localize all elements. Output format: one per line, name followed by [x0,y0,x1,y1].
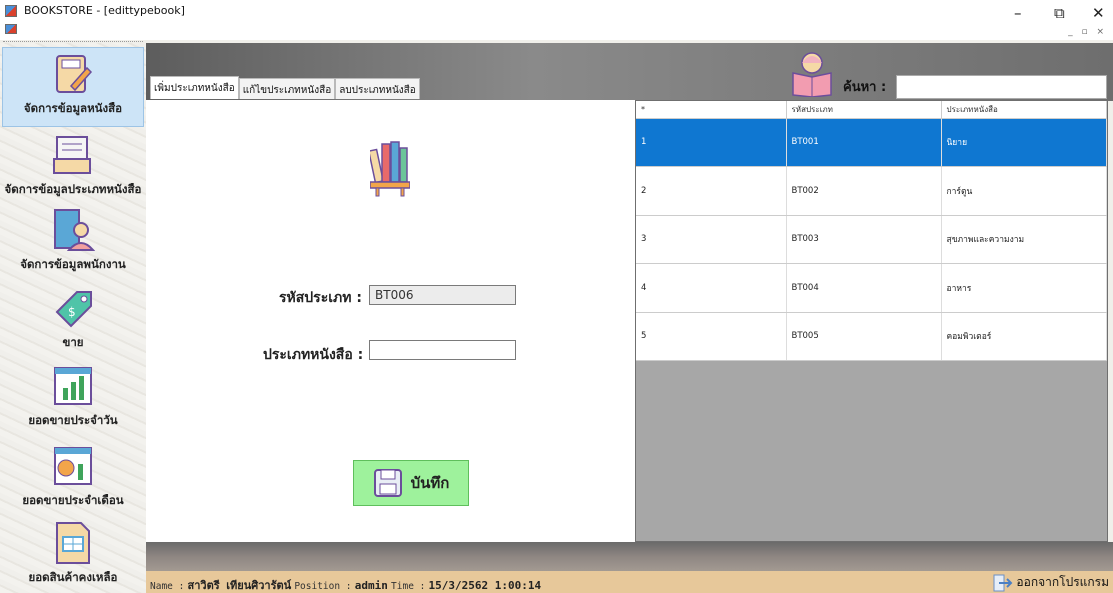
sidebar-item-books[interactable]: จัดการข้อมูลหนังสือ [2,47,144,127]
stock-table-icon [56,522,90,564]
sidebar-item-book-types[interactable]: จัดการข้อมูลประเภทหนังสือ [2,133,144,199]
type-id-field[interactable]: BT006 [369,285,516,305]
exit-arrow-icon [993,574,1013,591]
type-name-field[interactable] [369,340,516,360]
daily-chart-icon [54,367,92,405]
row-type-id[interactable]: BT005 [786,312,942,361]
book-edit-icon [56,55,93,93]
status-bar: Name : สาวิตรี เทียนศิวารัตน์ Position :… [146,571,1113,593]
exit-button[interactable]: ออกจากโปรแกรม [993,573,1109,592]
row-type-name[interactable]: การ์ตูน [941,166,1107,216]
table-row[interactable]: 3 BT003 สุขภาพและความงาม [636,215,1107,264]
mdi-window-controls[interactable]: _ ▫ × [1068,27,1107,37]
exit-label: ออกจากโปรแกรม [1016,575,1109,589]
table-row[interactable]: 2 BT002 การ์ตูน [636,166,1107,216]
status-time: 15/3/2562 1:00:14 [428,579,542,592]
sidebar-item-daily-sales[interactable]: ยอดขายประจำวัน [2,364,144,430]
tab-add-type[interactable]: เพิ่มประเภทหนังสือ [150,76,239,99]
sidebar-item-label: จัดการข้อมูลประเภทหนังสือ [4,182,142,196]
table-row[interactable]: 4 BT004 อาหาร [636,263,1107,313]
close-button[interactable]: ✕ [1092,4,1105,22]
sidebar-item-label: ยอดสินค้าคงเหลือ [28,570,118,584]
sidebar: จัดการข้อมูลหนังสือ จัดการข้อมูลประเภทหน… [0,43,146,593]
row-index[interactable]: 5 [636,312,787,361]
footer-background [146,542,1113,571]
column-header-type-name[interactable]: ประเภทหนังสือ [941,101,1107,119]
row-type-id[interactable]: BT001 [786,118,942,167]
sidebar-item-monthly-sales[interactable]: ยอดขายประจำเดือน [2,444,144,510]
menu-divider [3,41,143,42]
row-type-id[interactable]: BT004 [786,263,942,313]
book-type-grid: * รหัสประเภท ประเภทหนังสือ 1 BT001 นิยาย 2… [635,100,1108,542]
tab-edit-type[interactable]: แก้ไขประเภทหนังสือ [238,78,336,99]
sidebar-item-sell[interactable]: $ ขาย [2,286,144,352]
column-header-index[interactable]: * [636,101,787,119]
save-button[interactable]: บันทึก [353,460,469,506]
grid-header-row: * รหัสประเภท ประเภทหนังสือ [636,101,1107,119]
floppy-disk-icon [373,469,402,497]
row-type-id[interactable]: BT002 [786,166,942,216]
search-input[interactable] [896,75,1107,99]
row-type-name[interactable]: อาหาร [941,263,1107,313]
sidebar-item-employees[interactable]: จัดการข้อมูลพนักงาน [2,208,144,274]
status-position-key: Position : [294,581,352,592]
reader-avatar-icon [792,52,832,97]
save-button-label: บันทึก [410,474,450,492]
app-icon [5,5,17,17]
row-type-id[interactable]: BT003 [786,215,942,264]
mdi-child-icon[interactable] [5,24,17,34]
search-label: ค้นหา : [843,80,887,95]
type-name-label: ประเภทหนังสือ : [263,347,364,363]
sidebar-item-label: จัดการข้อมูลพนักงาน [20,257,126,271]
status-name-key: Name : [150,581,185,592]
employee-building-icon [54,209,95,251]
sidebar-item-label: ยอดขายประจำวัน [28,413,118,427]
minimize-button[interactable]: – [1014,4,1022,22]
row-index[interactable]: 3 [636,215,787,264]
row-type-name[interactable]: คอมพิวเตอร์ [941,312,1107,361]
restore-button[interactable]: ⧉ [1054,4,1065,22]
table-row[interactable]: 1 BT001 นิยาย [636,118,1107,167]
price-tag-icon: $ [55,291,92,328]
sidebar-item-stock[interactable]: ยอดสินค้าคงเหลือ [2,521,144,587]
row-type-name[interactable]: สุขภาพและความงาม [941,215,1107,264]
title-bar: BOOKSTORE - [edittypebook] – ⧉ ✕ _ ▫ × [0,0,1113,40]
tab-delete-type[interactable]: ลบประเภทหนังสือ [335,78,420,99]
row-type-name[interactable]: นิยาย [941,118,1107,167]
svg-text:$: $ [68,305,76,319]
bookshelf-icon [370,141,410,197]
column-header-type-id[interactable]: รหัสประเภท [786,101,942,119]
row-index[interactable]: 2 [636,166,787,216]
inbox-tray-icon [53,136,91,174]
sidebar-item-label: ขาย [62,335,84,349]
app-window: BOOKSTORE - [edittypebook] – ⧉ ✕ _ ▫ × จ… [0,0,1113,593]
window-title: BOOKSTORE - [edittypebook] [24,4,185,17]
table-row[interactable]: 5 BT005 คอมพิวเตอร์ [636,312,1107,361]
sidebar-item-label: ยอดขายประจำเดือน [22,493,124,507]
status-time-key: Time : [391,581,426,592]
status-user-name: สาวิตรี เทียนศิวารัตน์ [187,579,292,592]
tab-strip: เพิ่มประเภทหนังสือ แก้ไขประเภทหนังสือ ลบ… [150,76,420,100]
row-index[interactable]: 4 [636,263,787,313]
status-position: admin [354,579,388,592]
row-index[interactable]: 1 [636,118,787,167]
sidebar-item-label: จัดการข้อมูลหนังสือ [23,101,123,115]
type-id-label: รหัสประเภท : [279,290,362,306]
monthly-money-chart-icon [54,447,92,485]
